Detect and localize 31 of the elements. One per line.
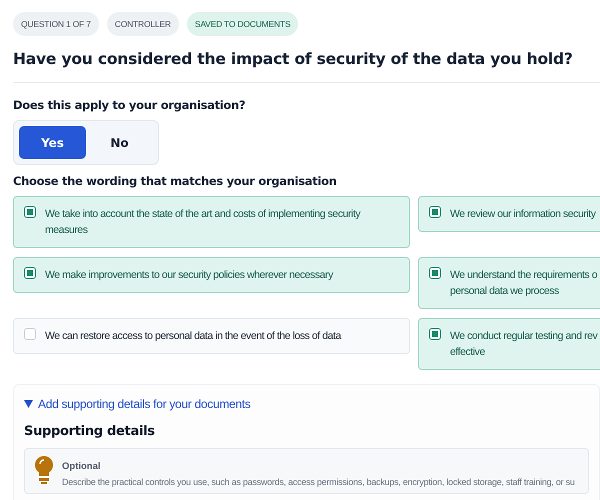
- question-title: Have you considered the impact of security of the data you hold?: [13, 50, 574, 68]
- option-card[interactable]: We understand the requirements o personal data we process: [418, 257, 600, 309]
- lightbulb-icon: [34, 455, 54, 485]
- checkbox[interactable]: [24, 267, 36, 279]
- status-tag: QUESTION 1 OF 7: [13, 12, 99, 36]
- details-heading: Supporting details: [24, 424, 156, 439]
- details-toggle[interactable]: Add supporting details for your documents: [24, 397, 250, 411]
- option-text: We make improvements to our security policies wherever necessary: [45, 268, 333, 283]
- option-card[interactable]: We take into account the state of the art and costs of implementing security measures: [13, 196, 410, 248]
- tip-text: Describe the practical controls you use, such as passwords, access permissions, backups, encryption, locked storage, staff training, or su: [62, 477, 575, 487]
- tip-title: Optional: [62, 461, 102, 472]
- checkbox[interactable]: [429, 328, 441, 340]
- section-label: Choose the wording that matches your organisation: [13, 174, 338, 188]
- caret-icon: [24, 400, 33, 408]
- option-text: We conduct regular testing and rev effective: [450, 329, 598, 360]
- status-tag: SAVED TO DOCUMENTS: [186, 12, 298, 36]
- option-text: We review our information security: [450, 207, 596, 222]
- option-card[interactable]: We conduct regular testing and rev effective: [418, 318, 600, 370]
- section-label: Does this apply to your organisation?: [13, 98, 246, 112]
- option-text: We take into account the state of the art and costs of implementing security measures: [45, 207, 360, 238]
- option-card[interactable]: We make improvements to our security policies wherever necessary: [13, 257, 410, 293]
- checkbox[interactable]: [429, 267, 441, 279]
- checkbox[interactable]: [429, 206, 441, 218]
- checkbox[interactable]: [24, 206, 36, 218]
- option-text: We can restore access to personal data in the event of the loss of data: [45, 329, 341, 344]
- choice-button[interactable]: No: [86, 126, 153, 159]
- choice-button[interactable]: Yes: [19, 126, 86, 159]
- option-text: We understand the requirements o personal data we process: [450, 268, 598, 299]
- status-tag: CONTROLLER: [106, 12, 179, 36]
- option-card[interactable]: We review our information security: [418, 196, 600, 232]
- option-card[interactable]: We can restore access to personal data in the event of the loss of data: [13, 318, 410, 354]
